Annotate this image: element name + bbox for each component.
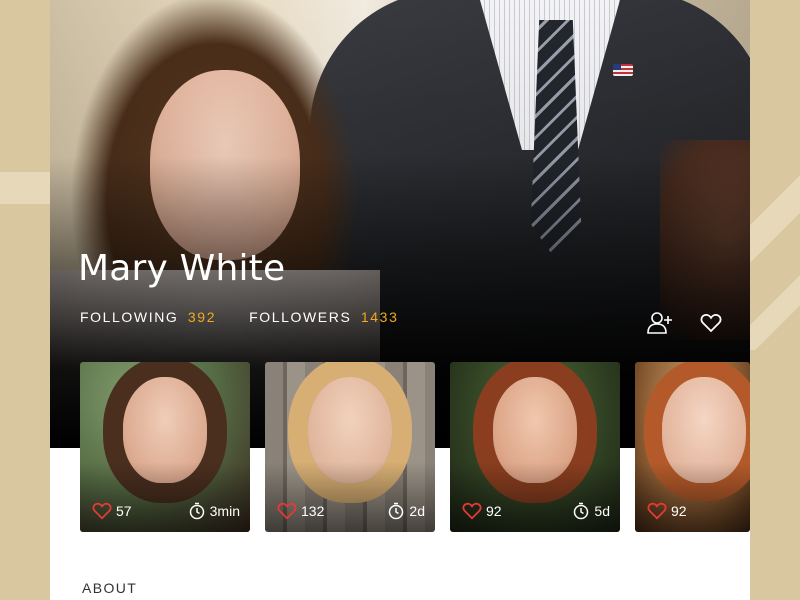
photo-card[interactable]: 92 5d — [450, 362, 620, 532]
profile-screen: Mary White FOLLOWING 392 FOLLOWERS 1433 — [50, 0, 750, 600]
card-time: 2d — [387, 502, 425, 520]
timer-icon — [574, 502, 589, 520]
followers-stat[interactable]: FOLLOWERS 1433 — [249, 309, 398, 325]
photo-card[interactable]: 92 — [635, 362, 750, 532]
background-stripe-left — [0, 172, 50, 204]
followers-label: FOLLOWERS — [249, 309, 352, 325]
likes-count: 92 — [671, 503, 687, 519]
likes-count: 132 — [301, 503, 325, 519]
heart-outline-icon — [462, 502, 482, 520]
like-profile-button[interactable] — [696, 310, 726, 336]
card-time: 3min — [188, 502, 240, 520]
heart-outline-icon — [700, 314, 722, 333]
photo-card[interactable]: 132 2d — [265, 362, 435, 532]
time-ago: 5d — [594, 503, 610, 519]
heart-outline-icon — [647, 502, 667, 520]
photo-gallery: 57 3min 132 2d 92 5d 92 — [80, 362, 750, 532]
photo-card[interactable]: 57 3min — [80, 362, 250, 532]
timer-icon — [189, 502, 204, 520]
background-stripe-right — [750, 150, 800, 350]
card-time: 5d — [572, 502, 610, 520]
likes-count: 92 — [486, 503, 502, 519]
profile-name: Mary White — [78, 248, 286, 289]
likes-count: 57 — [116, 503, 132, 519]
profile-stats: FOLLOWING 392 FOLLOWERS 1433 — [80, 309, 398, 325]
time-ago: 3min — [209, 503, 240, 519]
card-likes[interactable]: 132 — [277, 502, 324, 520]
about-heading: ABOUT — [82, 580, 138, 596]
following-stat[interactable]: FOLLOWING 392 — [80, 309, 216, 325]
time-ago: 2d — [409, 503, 425, 519]
card-likes[interactable]: 92 — [462, 502, 502, 520]
following-count: 392 — [187, 309, 217, 325]
timer-icon — [389, 502, 404, 520]
add-user-icon — [647, 312, 672, 334]
followers-count: 1433 — [360, 309, 399, 325]
card-likes[interactable]: 57 — [92, 502, 132, 520]
heart-outline-icon — [92, 502, 112, 520]
heart-outline-icon — [277, 502, 297, 520]
follow-button[interactable] — [646, 310, 676, 336]
following-label: FOLLOWING — [80, 309, 179, 325]
card-likes[interactable]: 92 — [647, 502, 687, 520]
